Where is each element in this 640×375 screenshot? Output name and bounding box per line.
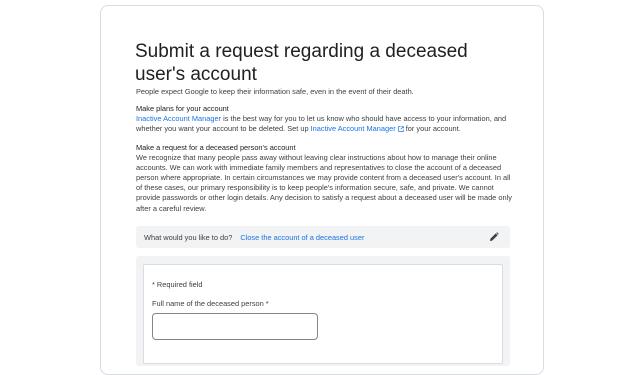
required-field-note: * Required field	[152, 280, 203, 289]
selected-option-bar: What would you like to do? Close the acc…	[136, 226, 510, 248]
plans-section: Make plans for your account Inactive Acc…	[136, 104, 518, 134]
deceased-name-label: Full name of the deceased person *	[152, 299, 269, 308]
plans-heading: Make plans for your account	[136, 104, 229, 113]
deceased-name-input[interactable]	[152, 313, 318, 340]
intro-text: People expect Google to keep their infor…	[136, 87, 414, 96]
inactive-account-manager-link[interactable]: Inactive Account Manager	[136, 114, 221, 123]
plans-text-2: for your account.	[403, 124, 461, 134]
page-title: Submit a request regarding a deceased us…	[135, 41, 468, 85]
plans-body: Inactive Account Manager is the best way…	[136, 114, 518, 134]
request-heading: Make a request for a deceased person's a…	[136, 143, 296, 152]
setup-link-label: Inactive Account Manager	[310, 124, 396, 134]
inactive-account-manager-setup-link[interactable]: Inactive Account Manager	[311, 124, 404, 133]
pencil-icon[interactable]	[489, 232, 499, 242]
choice-label: What would you like to do?	[144, 232, 233, 242]
request-body: We recognize that many people pass away …	[136, 153, 512, 213]
request-section: Make a request for a deceased person's a…	[136, 143, 518, 214]
choice-value: Close the account of a deceased user	[240, 232, 365, 242]
